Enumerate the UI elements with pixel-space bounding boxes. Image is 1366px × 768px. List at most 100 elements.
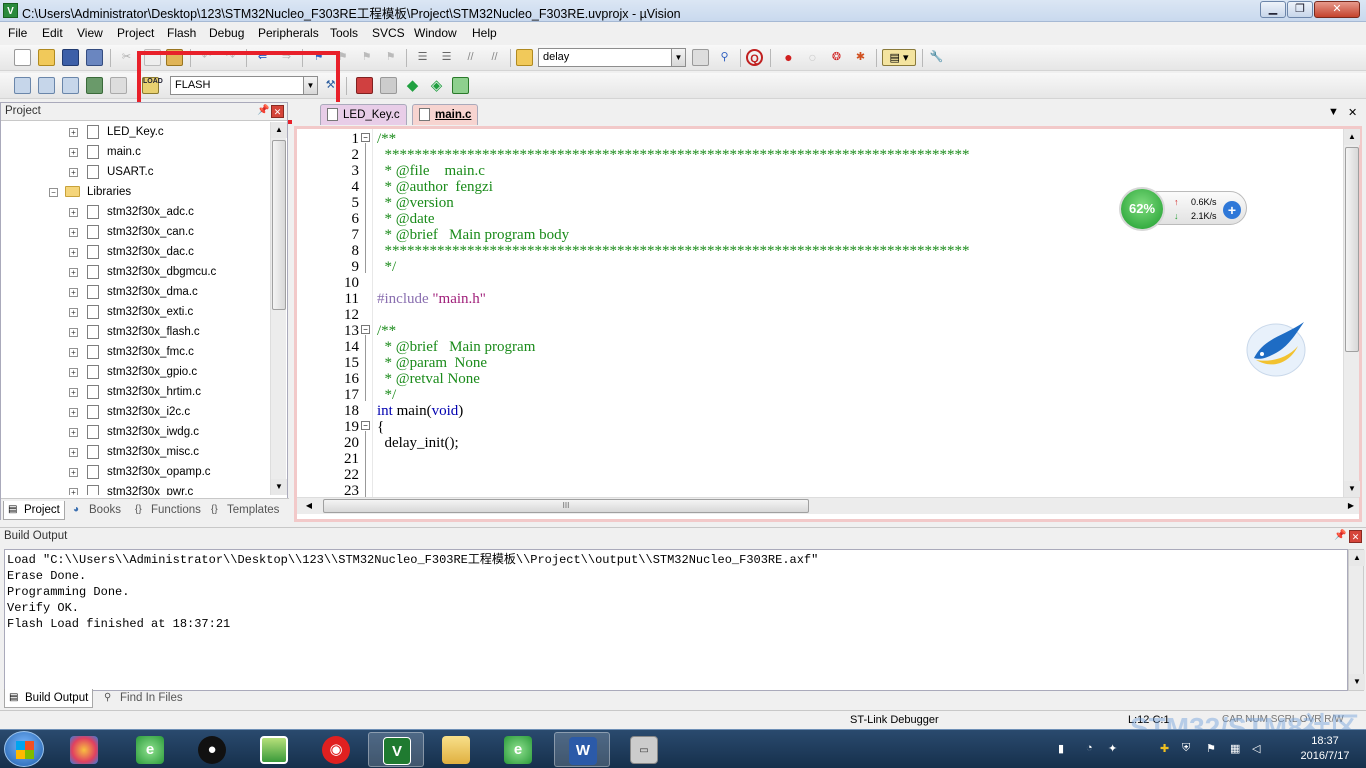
target-combo[interactable]: FLASH ▼ <box>170 76 318 95</box>
tree-item[interactable]: + stm32f30x_iwdg.c <box>1 422 271 442</box>
save-all-icon[interactable] <box>86 49 103 66</box>
save-icon[interactable] <box>62 49 79 66</box>
navigate-back-icon[interactable]: ⇐ <box>254 49 271 66</box>
tree-item[interactable]: + main.c <box>1 142 271 162</box>
tree-item[interactable]: + stm32f30x_adc.c <box>1 202 271 222</box>
taskbar-app-map[interactable] <box>246 732 302 767</box>
tree-item[interactable]: + stm32f30x_pwr.c <box>1 482 271 495</box>
select-packs-icon[interactable] <box>380 77 397 94</box>
fold-toggle-icon[interactable]: − <box>361 133 370 142</box>
find-in-files-icon[interactable] <box>516 49 533 66</box>
maximize-button[interactable]: ❐ <box>1287 1 1313 18</box>
scroll-up-icon[interactable]: ▲ <box>271 122 287 138</box>
scroll-up-icon[interactable]: ▲ <box>1344 129 1360 145</box>
redo-icon[interactable]: ↷ <box>222 49 239 66</box>
fold-toggle-icon[interactable]: − <box>361 325 370 334</box>
menu-flash[interactable]: Flash <box>167 26 196 40</box>
menu-tools[interactable]: Tools <box>330 26 358 40</box>
run-time-environment-icon[interactable] <box>452 77 469 94</box>
taskbar-app-qq[interactable]: ● <box>184 732 240 767</box>
copy-icon[interactable] <box>144 49 161 66</box>
open-folder-icon[interactable] <box>38 49 55 66</box>
menu-svcs[interactable]: SVCS <box>372 26 405 40</box>
target-options-icon[interactable]: ⚒ <box>322 77 339 94</box>
new-file-icon[interactable] <box>14 49 31 66</box>
build-icon[interactable] <box>38 77 55 94</box>
scroll-up-icon[interactable]: ▲ <box>1349 550 1365 566</box>
tree-item[interactable]: + stm32f30x_exti.c <box>1 302 271 322</box>
tab-find-in-files[interactable]: ⚲ Find In Files <box>100 689 187 708</box>
close-tab-icon[interactable]: ✕ <box>1348 106 1357 119</box>
volume-tray-icon[interactable]: ◁ <box>1252 742 1260 755</box>
tree-item[interactable]: + stm32f30x_hrtim.c <box>1 382 271 402</box>
tree-item[interactable]: + stm32f30x_dac.c <box>1 242 271 262</box>
build-output-scrollbar[interactable]: ▲ ▼ <box>1348 549 1365 691</box>
disable-breakpoints-icon[interactable]: ❂ <box>828 49 845 66</box>
close-button[interactable]: ✕ <box>1314 1 1360 18</box>
taskbar-app-terminal[interactable]: ▭ <box>616 732 672 767</box>
tab-main-c[interactable]: main.c <box>412 104 479 125</box>
menu-edit[interactable]: Edit <box>42 26 63 40</box>
bookmark-icon[interactable]: ⚑ <box>310 49 327 66</box>
tree-item[interactable]: + LED_Key.c <box>1 122 271 142</box>
flag-tray-icon[interactable]: ⚑ <box>1206 742 1216 755</box>
project-scrollbar[interactable]: ▲ ▼ <box>270 122 287 495</box>
bluetooth-tray-icon[interactable]: ✦ <box>1108 742 1117 755</box>
menu-debug[interactable]: Debug <box>209 26 244 40</box>
incremental-find-icon[interactable] <box>692 49 709 66</box>
stop-build-icon[interactable] <box>110 77 127 94</box>
start-button[interactable] <box>4 731 44 767</box>
scroll-left-icon[interactable]: ◀ <box>301 498 317 514</box>
close-panel-icon[interactable]: ✕ <box>271 105 284 118</box>
tree-item[interactable]: + stm32f30x_fmc.c <box>1 342 271 362</box>
taskbar-app-explorer[interactable] <box>428 732 484 767</box>
comment-icon[interactable]: // <box>462 49 479 66</box>
code-editor[interactable]: 1 2 3 4 5 6 7 8 9 10 11 12 13 14 15 16 17 18 19 20 21 22 23 − … <box>294 126 1362 522</box>
network-tray-icon[interactable]: ▦ <box>1230 742 1240 755</box>
shield-tray-icon[interactable]: ⛨ <box>1182 742 1190 755</box>
scroll-right-icon[interactable]: ▶ <box>1343 498 1359 514</box>
taskbar-app-ie[interactable]: e <box>122 732 178 767</box>
tab-project[interactable]: ▤ Project <box>3 501 65 520</box>
tree-item[interactable]: + stm32f30x_gpio.c <box>1 362 271 382</box>
find-icon[interactable]: ⚲ <box>716 49 733 66</box>
insert-breakpoint-icon[interactable]: ● <box>780 49 797 66</box>
taskbar-app-word[interactable]: W <box>554 732 610 767</box>
pin-icon[interactable]: 📌 <box>1334 530 1346 542</box>
menu-window[interactable]: Window <box>414 26 457 40</box>
window-layout-icon[interactable]: ▤ ▾ <box>882 49 916 66</box>
indent-icon[interactable]: ☰ <box>414 49 431 66</box>
taskbar-app-netease[interactable]: ◉ <box>308 732 364 767</box>
scroll-thumb[interactable] <box>1345 147 1359 352</box>
security-tray-icon[interactable]: ✚ <box>1160 742 1169 755</box>
tab-list-chevron-icon[interactable]: ▼ <box>1328 106 1339 118</box>
editor-vertical-scrollbar[interactable]: ▲ ▼ <box>1343 129 1360 497</box>
paste-icon[interactable] <box>166 49 183 66</box>
scroll-thumb[interactable] <box>272 140 286 310</box>
next-bookmark-icon[interactable]: ⚑ <box>358 49 375 66</box>
kill-breakpoints-icon[interactable]: ✱ <box>852 49 869 66</box>
scroll-thumb[interactable]: III <box>323 499 809 513</box>
build-output-text[interactable]: Load "C:\\Users\\Administrator\\Desktop\… <box>4 549 1348 691</box>
undo-icon[interactable]: ↶ <box>198 49 215 66</box>
tree-folder[interactable]: − Libraries <box>1 182 271 202</box>
tree-item[interactable]: + stm32f30x_misc.c <box>1 442 271 462</box>
minimize-button[interactable]: ▁ <box>1260 1 1286 18</box>
memory-gauge[interactable]: 62% <box>1119 187 1165 231</box>
tab-functions[interactable]: {} Functions <box>131 501 205 520</box>
pin-icon[interactable]: 📌 <box>257 105 269 117</box>
menu-peripherals[interactable]: Peripherals <box>258 26 319 40</box>
chevron-down-icon[interactable]: ▼ <box>303 77 317 94</box>
tree-item[interactable]: + stm32f30x_dma.c <box>1 282 271 302</box>
tree-item[interactable]: + USART.c <box>1 162 271 182</box>
manage-rte-icon[interactable]: ◈ <box>428 77 445 94</box>
menu-view[interactable]: View <box>77 26 103 40</box>
menu-file[interactable]: File <box>8 26 27 40</box>
navigate-forward-icon[interactable]: ⇒ <box>278 49 295 66</box>
sync-tray-icon[interactable]: ◔ <box>1086 742 1093 754</box>
usb-tray-icon[interactable]: ▮ <box>1058 742 1064 755</box>
chevron-down-icon[interactable]: ▼ <box>671 49 685 66</box>
configure-icon[interactable]: 🔧 <box>928 49 945 66</box>
pack-installer-icon[interactable]: ◆ <box>404 77 421 94</box>
taskbar-app-uvision[interactable]: V <box>368 732 424 767</box>
